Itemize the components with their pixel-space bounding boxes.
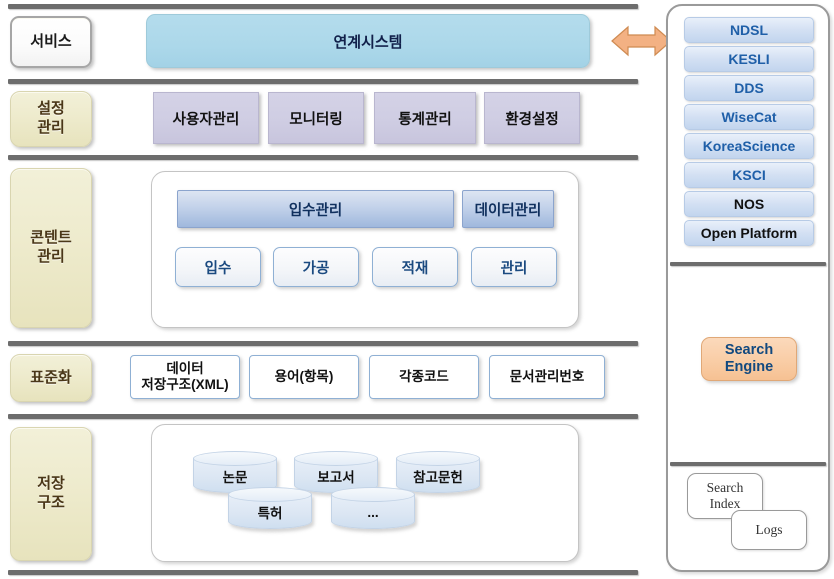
divider-service-settings <box>8 79 638 84</box>
header-data-management[interactable]: 데이터관리 <box>462 190 554 228</box>
button-user-management[interactable]: 사용자관리 <box>153 92 259 144</box>
service-open-platform[interactable]: Open Platform <box>684 220 814 246</box>
service-dds-label: DDS <box>734 80 764 96</box>
service-ksci-label: KSCI <box>732 167 766 183</box>
std-codes[interactable]: 각종코드 <box>369 355 479 399</box>
diagram-canvas: 서비스 연계시스템 설정 관리 사용자관리 모니터링 통계관리 환경설정 콘텐트… <box>0 0 834 579</box>
service-nos-label: NOS <box>733 196 765 212</box>
logs-label: Logs <box>755 521 783 537</box>
std-document-number[interactable]: 문서관리번호 <box>489 355 605 399</box>
service-open-platform-label: Open Platform <box>700 225 798 241</box>
button-monitoring-label: 모니터링 <box>289 111 343 128</box>
layer-label-service-text: 서비스 <box>30 32 72 50</box>
step-load-label: 적재 <box>401 260 429 277</box>
header-acquisition-management-label: 입수관리 <box>288 202 343 219</box>
step-manage-label: 관리 <box>500 260 528 277</box>
layer-label-standardization: 표준화 <box>10 354 92 402</box>
step-acquire[interactable]: 입수 <box>175 247 261 287</box>
layer-label-content-line2: 관리 <box>37 248 65 265</box>
std-data-storage-structure[interactable]: 데이터 저장구조(XML) <box>130 355 240 399</box>
store-report-top <box>294 451 378 466</box>
store-patent[interactable]: 특허 <box>228 487 312 529</box>
store-thesis-top <box>193 451 277 466</box>
button-user-management-label: 사용자관리 <box>172 111 240 128</box>
std-data-storage-structure-line2: 저장구조(XML) <box>141 377 229 392</box>
search-index-line1: Search <box>706 479 744 495</box>
step-manage[interactable]: 관리 <box>471 247 557 287</box>
store-thesis-label: 논문 <box>222 470 248 485</box>
std-document-number-label: 문서관리번호 <box>509 368 585 384</box>
search-engine-line1: Search <box>724 341 774 358</box>
service-koreascience[interactable]: KoreaScience <box>684 133 814 159</box>
step-process-label: 가공 <box>302 260 330 277</box>
service-ksci[interactable]: KSCI <box>684 162 814 188</box>
service-kesli-label: KESLI <box>728 51 770 67</box>
layer-label-content: 콘텐트 관리 <box>10 168 92 328</box>
layer-label-storage-line1: 저장 <box>37 475 65 493</box>
store-etc-label: ... <box>367 504 379 520</box>
layer-label-storage-line2: 구조 <box>37 494 65 511</box>
std-codes-label: 각종코드 <box>399 368 449 384</box>
layer-label-content-line1: 콘텐트 <box>30 229 72 247</box>
service-dds[interactable]: DDS <box>684 75 814 101</box>
layer-label-storage: 저장 구조 <box>10 427 92 561</box>
store-patent-top <box>228 487 312 502</box>
std-terminology-label: 용어(항목) <box>274 368 334 384</box>
button-environment-settings-label: 환경설정 <box>505 111 559 128</box>
layer-label-standardization-text: 표준화 <box>30 368 72 386</box>
layer-label-settings-line1: 설정 <box>37 100 65 118</box>
layer-label-settings-line2: 관리 <box>37 119 65 136</box>
button-statistics-management-label: 통계관리 <box>398 111 452 128</box>
double-headed-arrow-icon <box>611 25 672 57</box>
std-terminology[interactable]: 용어(항목) <box>249 355 359 399</box>
step-load[interactable]: 적재 <box>372 247 458 287</box>
service-kesli[interactable]: KESLI <box>684 46 814 72</box>
store-etc[interactable]: ... <box>331 487 415 529</box>
divider-settings-content <box>8 155 638 160</box>
link-system-label: 연계시스템 <box>333 33 403 51</box>
store-etc-top <box>331 487 415 502</box>
service-wisecat-label: WiseCat <box>721 109 777 125</box>
header-data-management-label: 데이터관리 <box>474 202 542 219</box>
layer-label-settings: 설정 관리 <box>10 91 92 147</box>
divider-standard-storage <box>8 414 638 419</box>
store-reference-top <box>396 451 480 466</box>
button-environment-settings[interactable]: 환경설정 <box>484 92 580 144</box>
right-divider-services-engine <box>670 262 826 266</box>
button-monitoring[interactable]: 모니터링 <box>268 92 364 144</box>
divider-content-standard <box>8 341 638 346</box>
store-patent-label: 특허 <box>257 506 283 521</box>
divider-bottom <box>8 570 638 575</box>
service-nos[interactable]: NOS <box>684 191 814 217</box>
service-ndsl[interactable]: NDSL <box>684 17 814 43</box>
right-divider-engine-storage <box>670 462 826 466</box>
service-wisecat[interactable]: WiseCat <box>684 104 814 130</box>
header-acquisition-management[interactable]: 입수관리 <box>177 190 454 228</box>
std-data-storage-structure-line1: 데이터 <box>166 360 204 376</box>
link-system-bar[interactable]: 연계시스템 <box>146 14 590 68</box>
store-report-label: 보고서 <box>317 470 355 485</box>
button-statistics-management[interactable]: 통계관리 <box>374 92 476 144</box>
layer-label-service: 서비스 <box>10 16 92 68</box>
search-engine-line2: Engine <box>724 359 774 375</box>
service-koreascience-label: KoreaScience <box>702 138 796 154</box>
divider-top <box>8 4 638 9</box>
logs-box[interactable]: Logs <box>731 510 807 550</box>
store-reference-label: 참고문헌 <box>413 470 463 485</box>
step-process[interactable]: 가공 <box>273 247 359 287</box>
step-acquire-label: 입수 <box>204 260 232 277</box>
service-ndsl-label: NDSL <box>729 22 769 38</box>
search-engine-box[interactable]: Search Engine <box>701 337 797 381</box>
